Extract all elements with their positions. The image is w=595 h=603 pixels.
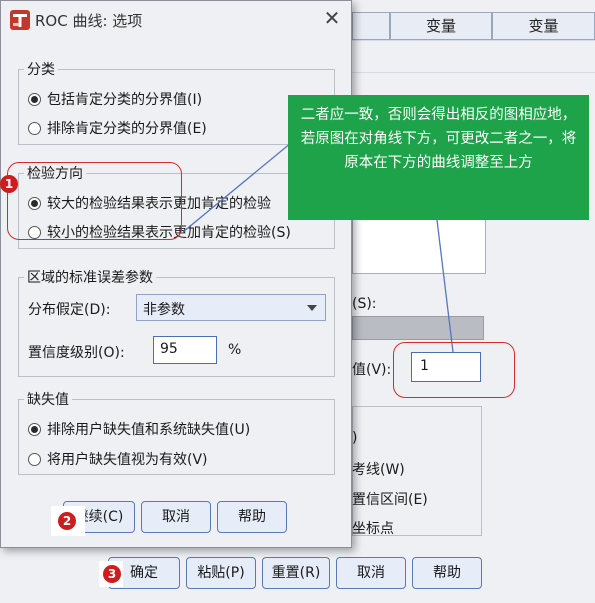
step-badge-2: 2 [58,512,76,530]
step-badge-1: 1 [0,175,18,193]
test-direction-highlight [7,162,182,240]
annotation-note: 二者应一致，否则会得出相反的图相应地，若原图在对角线下方，可更改二者之一，将原本… [288,95,589,220]
cutoff-value-highlight [393,342,515,398]
annotation-callout-lines [182,137,454,353]
step-badge-3: 3 [103,565,121,583]
